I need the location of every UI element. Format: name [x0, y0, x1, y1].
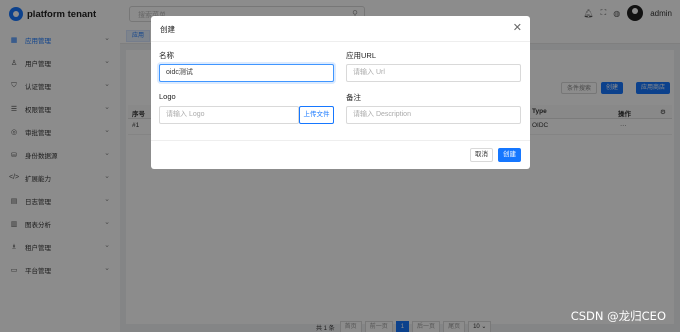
- name-input[interactable]: oidc测试: [159, 64, 334, 82]
- logo-input[interactable]: 请输入 Logo: [159, 106, 299, 124]
- csdn-watermark: CSDN @龙归CEO: [570, 309, 666, 323]
- remark-input[interactable]: 请输入 Description: [346, 106, 521, 124]
- remark-label: 备注: [346, 93, 361, 102]
- logo-label: Logo: [159, 92, 176, 101]
- cancel-button[interactable]: 取消: [470, 148, 493, 162]
- url-label: 应用URL: [346, 51, 377, 60]
- modal-title: 创建: [160, 25, 175, 34]
- create-app-modal: 创建 ✕ 名称 oidc测试 应用URL 请输入 Url Logo 请输入 Lo…: [151, 16, 530, 169]
- modal-footer-divider: [151, 140, 530, 141]
- upload-file-button[interactable]: 上传文件: [299, 106, 334, 124]
- create-confirm-button[interactable]: 创建: [498, 148, 521, 162]
- close-icon[interactable]: ✕: [513, 21, 522, 34]
- url-input[interactable]: 请输入 Url: [346, 64, 521, 82]
- name-label: 名称: [159, 51, 174, 60]
- modal-header-divider: [151, 41, 530, 42]
